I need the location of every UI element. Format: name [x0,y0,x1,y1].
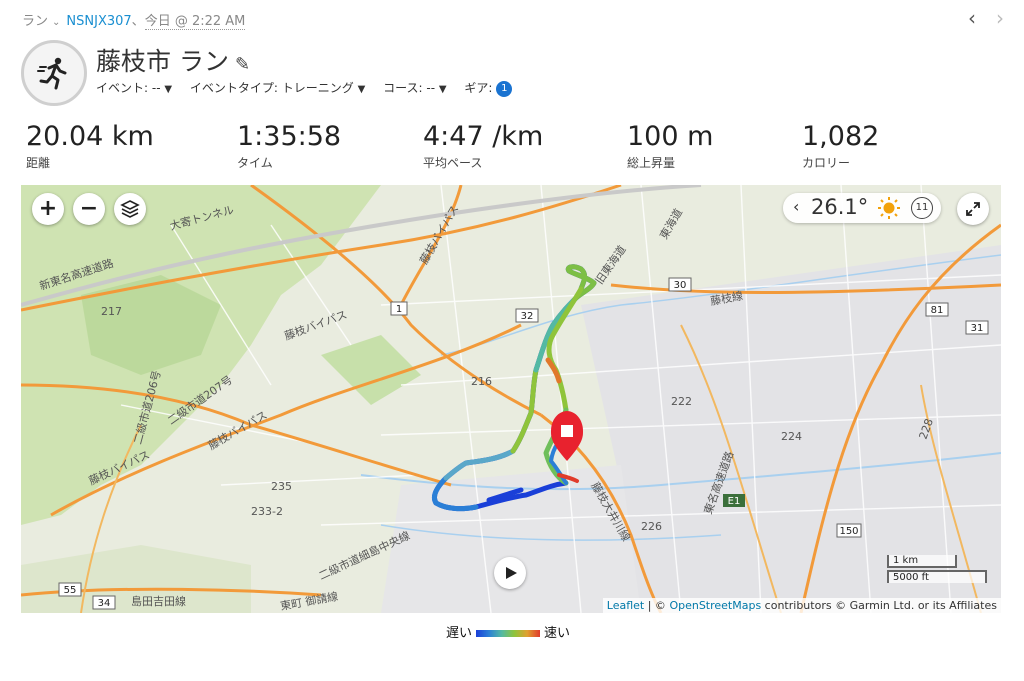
stat-value: 4:47 /km [423,121,544,152]
map-label: 226 [641,520,662,533]
stat-avg-pace: 4:47 /km 平均ペース [423,120,543,171]
attribution-text: contributors © Garmin Ltd. or its Affili… [761,599,997,612]
weather-widget[interactable]: ‹ 26.1° 11 [783,193,941,223]
osm-link[interactable]: OpenStreetMaps [669,599,761,612]
stat-calories: 1,082 カロリー [802,120,879,171]
breadcrumb: ラン ⌄ NSNJX307、今日 @ 2:22 AM [22,10,246,30]
temperature: 26.1° [811,195,869,219]
route-shield: 150 [839,526,858,537]
map-attribution: Leaflet | © OpenStreetMaps contributors … [602,598,1001,613]
pace-legend: 遅い 速い [446,622,570,641]
map-label: 222 [671,395,692,408]
map-scale: 1 km 5000 ft [887,555,987,583]
runner-icon [37,57,67,90]
zoom-out-button[interactable]: − [73,193,105,225]
play-icon [506,567,517,579]
expand-icon [966,202,980,216]
event-type-label: イベントタイプ: トレーニング [189,81,354,95]
device-link[interactable]: NSNJX307 [66,14,131,29]
stat-value: 1,082 [802,121,880,152]
legend-slow-label: 遅い [446,626,473,641]
stat-time: 1:35:58 タイム [237,120,341,171]
gear-count-badge[interactable]: 1 [496,80,513,97]
route-shield: 81 [931,305,944,316]
map-tiles[interactable]: 新東名高速道路 大寄トンネル 藤枝バイパス 藤枝バイパス 藤枝バイパス 藤枝バイ… [21,185,1001,613]
layers-icon [120,200,140,218]
route-shield: 31 [971,323,984,334]
map-label: 島田吉田線 [131,594,186,608]
gear-label: ギア: [464,81,493,95]
caret-down-icon: ▼ [164,84,173,95]
pace-gradient-bar [476,630,541,637]
stat-value: 100 m [627,121,714,152]
caret-down-icon: ▼ [357,84,366,95]
stat-label: カロリー [802,156,851,170]
route-shield: E1 [728,496,741,507]
chevron-left-icon[interactable]: ‹ [793,197,799,216]
route-shield: 55 [64,585,77,596]
map-label: 217 [101,305,122,318]
route-shield: 34 [98,598,111,609]
event-label: イベント: -- [96,81,161,95]
pencil-icon[interactable]: ✎ [235,54,250,75]
play-button[interactable] [494,557,526,589]
route-map[interactable]: 新東名高速道路 大寄トンネル 藤枝バイパス 藤枝バイパス 藤枝バイパス 藤枝バイ… [21,185,1001,613]
activity-type-label[interactable]: ラン [22,14,48,29]
event-dropdown[interactable]: イベント: -- ▼ [96,81,172,95]
map-label: 224 [781,430,802,443]
chevron-down-icon[interactable]: ⌄ [52,17,60,28]
activity-meta: イベント: -- ▼ イベントタイプ: トレーニング ▼ コース: -- ▼ ギ… [96,79,526,97]
wind-indicator: 11 [911,197,933,219]
stat-elevation-gain: 100 m 総上昇量 [627,120,713,171]
stat-label: 平均ペース [423,156,483,170]
activity-type-avatar [21,40,87,106]
activity-title-text[interactable]: 藤枝市 ラン [96,47,229,76]
leaflet-link[interactable]: Leaflet [607,599,644,612]
stat-label: タイム [237,156,273,170]
event-type-dropdown[interactable]: イベントタイプ: トレーニング ▼ [190,81,365,95]
activity-title: 藤枝市 ラン ✎ [96,42,250,78]
course-dropdown[interactable]: コース: -- ▼ [383,81,446,95]
map-label: 235 [271,480,292,493]
map-label: 216 [471,375,492,388]
zoom-in-button[interactable]: + [32,193,64,225]
stat-value: 1:35:58 [237,121,342,152]
layers-button[interactable] [114,193,146,225]
stat-value: 20.04 km [26,121,154,152]
legend-fast-label: 速い [544,626,571,641]
caret-down-icon: ▼ [438,84,447,95]
previous-activity-button[interactable]: ‹ [968,6,976,30]
fullscreen-button[interactable] [957,193,989,225]
scale-metric: 1 km [887,555,957,568]
breadcrumb-separator: 、 [131,14,145,29]
route-shield: 30 [674,280,687,291]
sun-icon [878,197,900,219]
gear-link[interactable]: ギア: 1 [464,80,513,97]
stat-label: 総上昇量 [627,156,676,170]
route-shield: 32 [521,311,534,322]
stat-label: 距離 [26,156,51,170]
attribution-separator: | © [644,599,670,612]
next-activity-button[interactable]: › [996,6,1004,30]
course-label: コース: -- [383,81,436,95]
route-shield: 1 [396,304,402,315]
stat-distance: 20.04 km 距離 [26,120,154,171]
scale-imperial: 5000 ft [887,570,987,583]
activity-time[interactable]: 今日 @ 2:22 AM [144,14,246,30]
map-label: 233-2 [251,505,283,518]
